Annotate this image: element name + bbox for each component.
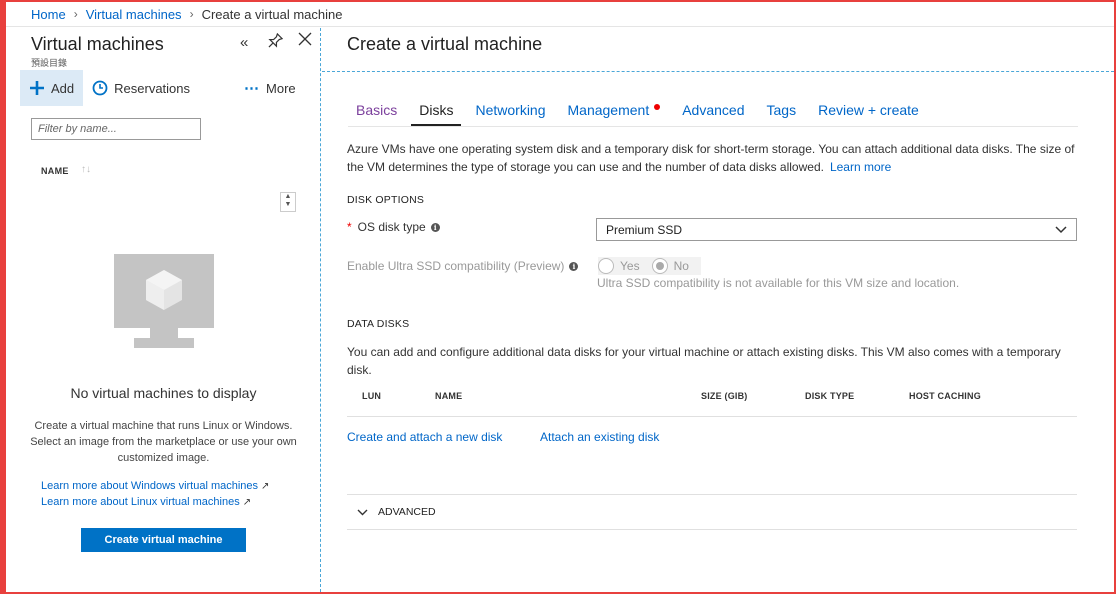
name-column-header: NAME — [435, 391, 463, 401]
chevron-right-icon: › — [73, 7, 78, 21]
sort-icon[interactable]: ↑↓ — [81, 164, 91, 175]
chevron-down-icon — [1055, 223, 1067, 237]
ultra-ssd-yes-option[interactable]: Yes — [598, 258, 640, 274]
os-disk-type-label: * OS disk type i — [347, 220, 440, 234]
ultra-ssd-note: Ultra SSD compatibility is not available… — [597, 276, 960, 290]
plus-icon — [29, 80, 45, 96]
learn-linux-link[interactable]: Learn more about Linux virtual machines ↗ — [41, 496, 251, 508]
more-button-label: More — [266, 80, 296, 96]
ultra-ssd-radio-group: Yes No — [598, 257, 701, 275]
required-marker: * — [347, 220, 352, 234]
reservations-button-label: Reservations — [114, 80, 191, 96]
filter-by-name-input[interactable] — [31, 118, 201, 140]
disks-intro-text: Azure VMs have one operating system disk… — [347, 142, 1075, 174]
wizard-tabs: Basics Disks Networking Management Advan… — [348, 98, 1078, 127]
reservations-button[interactable]: Reservations — [83, 70, 199, 106]
tab-label: Advanced — [682, 102, 745, 118]
learn-windows-link[interactable]: Learn more about Windows virtual machine… — [41, 480, 269, 492]
virtual-machine-illustration-icon — [114, 254, 214, 351]
tab-label: Basics — [356, 102, 398, 118]
attach-existing-disk-link[interactable]: Attach an existing disk — [540, 430, 659, 444]
tab-label: Networking — [475, 102, 546, 118]
tab-tags[interactable]: Tags — [759, 98, 805, 126]
blade-title: Virtual machines — [31, 34, 164, 54]
ultra-ssd-no-option[interactable]: No — [651, 258, 689, 274]
validation-error-dot-icon — [654, 104, 661, 110]
tab-advanced[interactable]: Advanced — [674, 98, 752, 126]
blade-subtitle: 預設目錄 — [31, 58, 68, 68]
chevron-down-icon — [357, 509, 368, 516]
radio-no[interactable] — [651, 258, 668, 274]
ultra-ssd-label: Enable Ultra SSD compatibility (Preview)… — [347, 259, 579, 273]
empty-state-title: No virtual machines to display — [70, 385, 257, 401]
pin-icon[interactable] — [268, 32, 284, 52]
close-icon[interactable] — [298, 32, 312, 50]
disks-intro: Azure VMs have one operating system disk… — [347, 140, 1077, 176]
caret-down-icon[interactable]: ▼ — [285, 201, 292, 208]
size-column-header: SIZE (GIB) — [701, 391, 748, 401]
chevron-right-icon: › — [189, 7, 194, 21]
add-button-label: Add — [51, 80, 75, 96]
header-divider — [322, 71, 1114, 72]
breadcrumb-virtual-machines[interactable]: Virtual machines — [86, 7, 182, 22]
command-bar: Add Reservations ⋯ More — [20, 70, 310, 106]
page-title: Create a virtual machine — [347, 34, 543, 54]
ultra-ssd-yes-label: Yes — [620, 259, 640, 273]
create-vm-blade: Create a virtual machine Basics Disks Ne… — [322, 28, 1114, 592]
tab-label: Tags — [766, 102, 797, 118]
tab-basics[interactable]: Basics — [348, 98, 405, 126]
tab-management[interactable]: Management — [560, 98, 669, 126]
host-caching-column-header: HOST CACHING — [909, 391, 981, 401]
ultra-ssd-no-label: No — [673, 259, 689, 273]
tab-label: Management — [567, 102, 650, 118]
os-disk-type-label-text: OS disk type — [357, 220, 426, 234]
disk-type-column-header: DISK TYPE — [805, 391, 855, 401]
tab-disks[interactable]: Disks — [411, 98, 462, 126]
scroll-stepper[interactable]: ▲ ▼ — [280, 192, 296, 212]
lun-column-header: LUN — [362, 391, 382, 401]
tab-label: Review + create — [818, 102, 919, 118]
create-virtual-machine-button[interactable]: Create virtual machine — [81, 528, 246, 552]
learn-linux-link-label: Learn more about Linux virtual machines — [41, 496, 240, 508]
disk-options-heading: DISK OPTIONS — [347, 194, 425, 206]
ellipsis-icon: ⋯ — [244, 80, 261, 97]
breadcrumb-current: Create a virtual machine — [201, 6, 343, 22]
learn-more-link[interactable]: Learn more — [830, 160, 891, 174]
info-icon[interactable]: i — [569, 261, 579, 271]
info-icon[interactable]: i — [430, 222, 440, 232]
add-button[interactable]: Add — [20, 70, 84, 106]
tab-networking[interactable]: Networking — [467, 98, 553, 126]
external-link-icon: ↗ — [261, 481, 270, 492]
advanced-section-toggle[interactable]: ADVANCED — [347, 494, 1077, 530]
advanced-section-label: ADVANCED — [378, 506, 436, 518]
learn-windows-link-label: Learn more about Windows virtual machine… — [41, 480, 259, 492]
external-link-icon: ↗ — [242, 497, 252, 508]
tab-review-create[interactable]: Review + create — [810, 98, 927, 126]
clock-icon — [92, 80, 108, 96]
virtual-machines-blade: Virtual machines 預設目錄 « Add Reservations… — [6, 28, 321, 592]
ultra-ssd-label-text: Enable Ultra SSD compatibility (Preview) — [347, 259, 565, 273]
name-column-header[interactable]: NAME — [41, 166, 69, 176]
data-disks-description: You can add and configure additional dat… — [347, 345, 1061, 377]
caret-up-icon[interactable]: ▲ — [285, 193, 292, 200]
os-disk-type-value: Premium SSD — [606, 222, 683, 237]
create-attach-disk-link[interactable]: Create and attach a new disk — [347, 430, 502, 444]
data-disks-heading: DATA DISKS — [347, 318, 410, 330]
more-button[interactable]: ⋯ More — [235, 70, 305, 106]
breadcrumb-home[interactable]: Home — [31, 7, 66, 22]
radio-yes[interactable] — [598, 258, 614, 274]
breadcrumb: Home › Virtual machines › Create a virtu… — [6, 2, 1114, 27]
os-disk-type-select[interactable]: Premium SSD — [596, 218, 1077, 241]
tab-label: Disks — [419, 102, 454, 118]
empty-state-description: Create a virtual machine that runs Linux… — [30, 420, 297, 464]
data-disks-table-header: LUN NAME SIZE (GIB) DISK TYPE HOST CACHI… — [347, 383, 1077, 417]
collapse-icon[interactable]: « — [240, 34, 248, 51]
